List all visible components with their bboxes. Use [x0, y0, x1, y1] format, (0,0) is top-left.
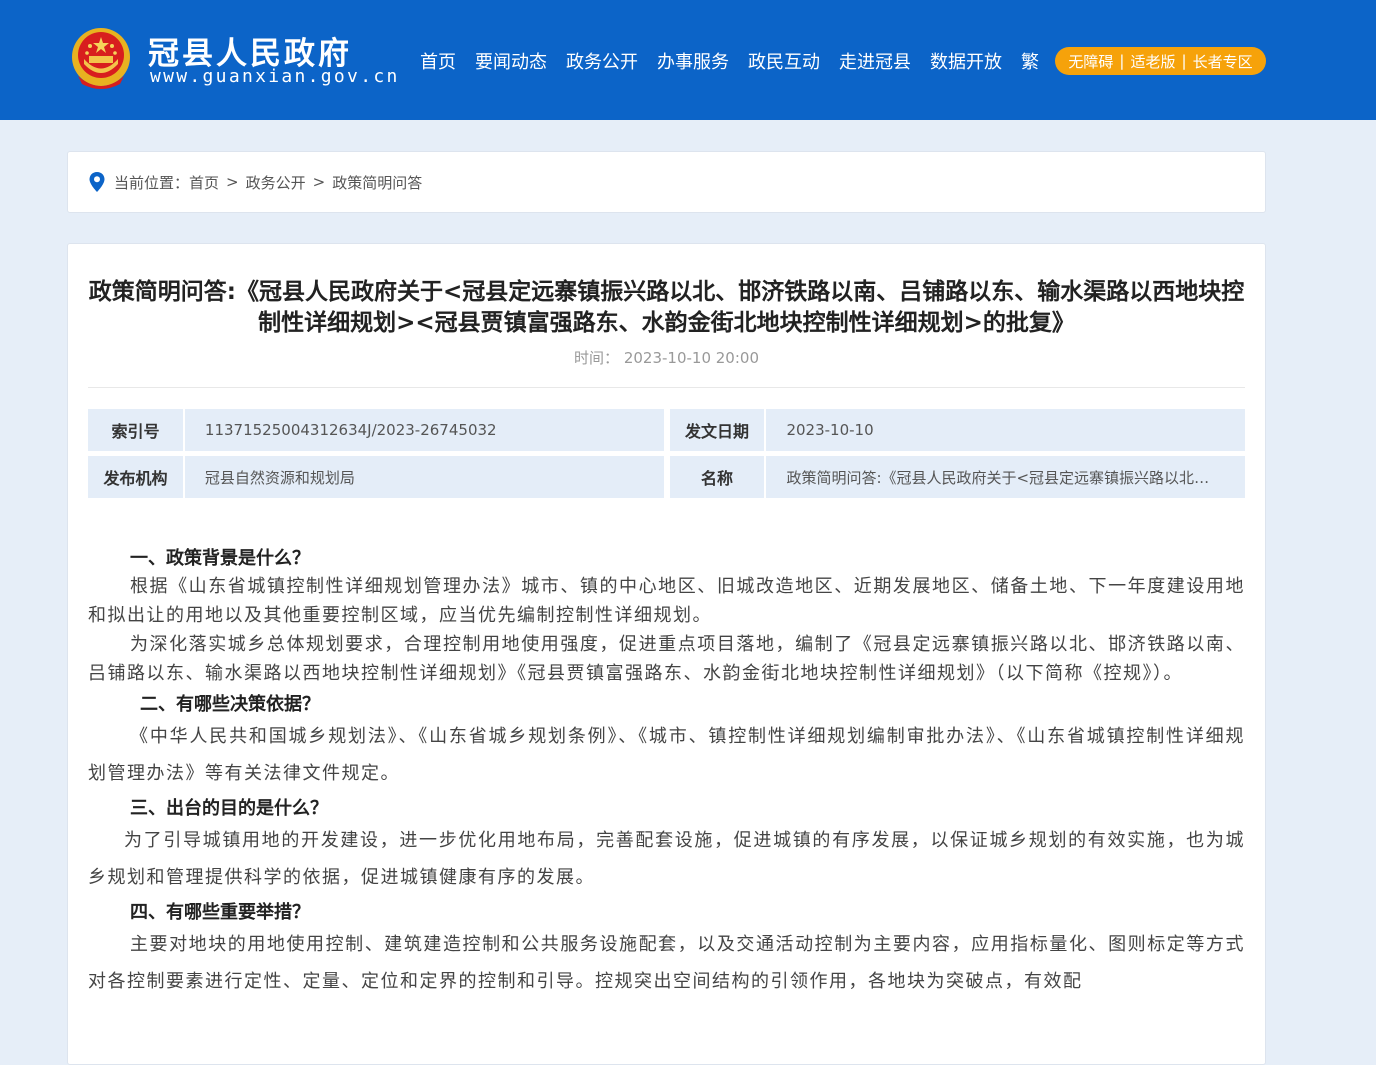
breadcrumb-separator: > [226, 173, 239, 191]
elderly-mode-link[interactable]: 适老版 [1130, 51, 1175, 72]
section-heading-2: 二、有哪些决策依据？ [140, 694, 320, 715]
divider [88, 387, 1245, 388]
paragraph: 为了引导城镇用地的开发建设，进一步优化用地布局，完善配套设施，促进城镇的有序发展… [88, 830, 1245, 888]
index-number-text: 11371525004312634J/2023-26745032 [204, 421, 497, 439]
doc-name-label: 名称 [669, 456, 765, 498]
section-heading-3: 三、出台的目的是什么？ [130, 798, 328, 819]
meta-row: 发布机构 冠县自然资源和规划局 名称 政策简明问答:《冠县人民政府关于<冠县定远… [88, 456, 1246, 498]
nav-item-interaction[interactable]: 政民互动 [748, 48, 820, 74]
breadcrumb-separator: > [312, 173, 326, 191]
meta-row: 索引号 11371525004312634J/2023-26745032 发文日… [88, 409, 1246, 451]
accessibility-bar: 无障碍 | 适老版 | 长者专区 [1055, 47, 1266, 75]
site-header: 冠县人民政府 www.guanxian.gov.cn 首页 要闻动态 政务公开 … [0, 0, 1376, 120]
index-number-value: 11371525004312634J/2023-26745032 [184, 409, 664, 451]
article-body: 一、政策背景是什么？ 根据《山东省城镇控制性详细规划管理办法》城市、镇的中心地区… [88, 542, 1245, 1000]
nav-item-services[interactable]: 办事服务 [657, 48, 729, 74]
nav-item-about-county[interactable]: 走进冠县 [839, 48, 911, 74]
issue-date-text: 2023-10-10 [786, 421, 874, 439]
doc-name-text: 政策简明问答:《冠县人民政府关于<冠县定远寨镇振兴路以北、邯济铁路以南、吕铺路以… [786, 468, 1246, 487]
nav-item-traditional-chinese[interactable]: 繁 [1021, 48, 1039, 74]
breadcrumb: 当前位置： 首页 > 政务公开 > 政策简明问答 [67, 151, 1266, 213]
breadcrumb-home[interactable]: 首页 [189, 172, 219, 193]
site-url[interactable]: www.guanxian.gov.cn [150, 66, 400, 87]
separator: | [1119, 52, 1125, 70]
publisher-text: 冠县自然资源和规划局 [204, 468, 355, 487]
senior-zone-link[interactable]: 长者专区 [1193, 51, 1253, 72]
nav-item-gov-affairs[interactable]: 政务公开 [566, 48, 638, 74]
nav-item-news[interactable]: 要闻动态 [475, 48, 547, 74]
accessibility-link[interactable]: 无障碍 [1068, 51, 1113, 72]
publisher-value: 冠县自然资源和规划局 [184, 456, 664, 498]
location-pin-icon [89, 172, 105, 192]
article-panel: 政策简明问答:《冠县人民政府关于<冠县定远寨镇振兴路以北、邯济铁路以南、吕铺路以… [67, 243, 1266, 1065]
nav-item-open-data[interactable]: 数据开放 [930, 48, 1002, 74]
breadcrumb-current[interactable]: 政策简明问答 [332, 172, 422, 193]
index-number-label: 索引号 [88, 409, 183, 451]
issue-date-value: 2023-10-10 [766, 409, 1246, 451]
breadcrumb-prefix: 当前位置： [114, 173, 190, 192]
main-nav: 首页 要闻动态 政务公开 办事服务 政民互动 走进冠县 数据开放 繁 [420, 47, 1058, 75]
paragraph: 根据《山东省城镇控制性详细规划管理办法》城市、镇的中心地区、旧城改造地区、近期发… [88, 576, 1245, 626]
article-title: 政策简明问答:《冠县人民政府关于<冠县定远寨镇振兴路以北、邯济铁路以南、吕铺路以… [88, 279, 1245, 336]
publish-time-label: 时间： [574, 349, 620, 367]
issue-date-label: 发文日期 [669, 409, 765, 451]
document-meta-table: 索引号 11371525004312634J/2023-26745032 发文日… [88, 409, 1246, 503]
publish-time: 时间： 2023-10-10 20:00 [68, 347, 1265, 368]
nav-item-home[interactable]: 首页 [420, 48, 456, 74]
publish-time-value: 2023-10-10 20:00 [623, 349, 759, 367]
section-heading-4: 四、有哪些重要举措？ [130, 902, 310, 923]
national-emblem-icon [72, 28, 130, 89]
paragraph: 为深化落实城乡总体规划要求，合理控制用地使用强度，促进重点项目落地，编制了《冠县… [88, 634, 1245, 684]
publisher-label: 发布机构 [88, 456, 183, 498]
breadcrumb-gov-affairs[interactable]: 政务公开 [246, 172, 306, 193]
section-heading-1: 一、政策背景是什么？ [130, 548, 310, 569]
paragraph: 主要对地块的用地使用控制、建筑建造控制和公共服务设施配套，以及交通活动控制为主要… [88, 934, 1245, 992]
paragraph: 《中华人民共和国城乡规划法》、《山东省城乡规划条例》、《城市、镇控制性详细规划编… [88, 726, 1245, 784]
separator: | [1181, 52, 1187, 70]
doc-name-value: 政策简明问答:《冠县人民政府关于<冠县定远寨镇振兴路以北、邯济铁路以南、吕铺路以… [766, 456, 1246, 498]
